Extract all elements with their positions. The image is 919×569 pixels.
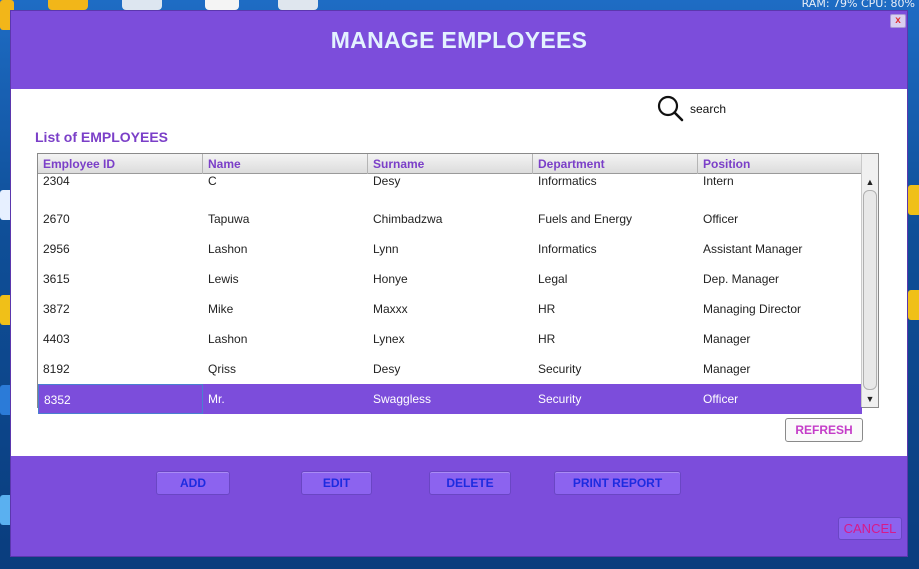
cell-surname: Desy — [373, 174, 401, 188]
scroll-thumb[interactable] — [863, 190, 877, 390]
taskbar-icon[interactable] — [122, 0, 162, 10]
table-row[interactable]: 2956 Lashon Lynn Informatics Assistant M… — [38, 234, 862, 264]
add-button[interactable]: ADD — [156, 471, 230, 495]
cell-department: HR — [538, 332, 556, 346]
column-header-name[interactable]: Name — [203, 154, 368, 174]
table-row[interactable]: 8192 Qriss Desy Security Manager — [38, 354, 862, 384]
cell-surname: Lynn — [373, 242, 399, 256]
cell-surname: Desy — [373, 362, 401, 376]
taskbar-icon[interactable] — [278, 0, 318, 10]
cell-position: Officer — [703, 212, 739, 226]
cell-position: Manager — [703, 362, 751, 376]
cell-surname: Swaggless — [373, 392, 432, 406]
refresh-button[interactable]: REFRESH — [785, 418, 863, 442]
cell-name: Lashon — [208, 332, 248, 346]
cancel-button[interactable]: CANCEL — [838, 517, 902, 540]
cell-department: Informatics — [538, 242, 597, 256]
cell-employee-id: 3872 — [43, 302, 70, 316]
table-row-selected[interactable]: 8352 Mr. Swaggless Security Officer — [38, 384, 862, 414]
list-title: List of EMPLOYEES — [35, 129, 169, 145]
cell-department: Security — [538, 392, 582, 406]
table-row[interactable]: 2304 C Desy Informatics Intern — [38, 174, 862, 204]
cell-surname: Maxxx — [373, 302, 408, 316]
taskbar-icon[interactable] — [205, 0, 239, 10]
cell-position: Assistant Manager — [703, 242, 803, 256]
table-scrollbar[interactable]: ▲ ▼ — [861, 154, 878, 407]
action-bar: ADD EDIT DELETE PRINT REPORT CANCEL — [11, 456, 907, 556]
cell-name: Lashon — [208, 242, 248, 256]
table-row[interactable]: 2670 Tapuwa Chimbadzwa Fuels and Energy … — [38, 204, 862, 234]
cell-employee-id: 4403 — [43, 332, 70, 346]
cell-department: HR — [538, 302, 556, 316]
manage-employees-window: MANAGE EMPLOYEES x search List of EMPLOY… — [10, 10, 908, 557]
column-header-department[interactable]: Department — [533, 154, 698, 174]
content-panel: search List of EMPLOYEES Employee ID Nam… — [11, 89, 907, 456]
cell-department: Security — [538, 362, 582, 376]
cell-name: Tapuwa — [208, 212, 250, 226]
cell-employee-id: 3615 — [43, 272, 70, 286]
cell-name: C — [208, 174, 217, 188]
column-header-employee-id[interactable]: Employee ID — [38, 154, 203, 174]
desktop-icon[interactable] — [908, 185, 919, 215]
table-row[interactable]: 3872 Mike Maxxx HR Managing Director — [38, 294, 862, 324]
cell-employee-id: 8352 — [38, 384, 203, 414]
delete-button[interactable]: DELETE — [429, 471, 511, 495]
cell-position: Managing Director — [703, 302, 802, 316]
employees-table: Employee ID Name Surname Department Posi… — [37, 153, 879, 414]
edit-button[interactable]: EDIT — [301, 471, 372, 495]
window-header: MANAGE EMPLOYEES x — [11, 11, 907, 89]
cell-name: Lewis — [208, 272, 239, 286]
table-row[interactable]: 4403 Lashon Lynex HR Manager — [38, 324, 862, 354]
cell-department: Fuels and Energy — [538, 212, 633, 226]
column-header-position[interactable]: Position — [698, 154, 862, 174]
search-control[interactable]: search — [657, 95, 726, 123]
cell-employee-id: 8192 — [43, 362, 70, 376]
table-header: Employee ID Name Surname Department Posi… — [38, 154, 862, 174]
search-icon[interactable] — [657, 95, 685, 123]
table-row[interactable]: 3615 Lewis Honye Legal Dep. Manager — [38, 264, 862, 294]
column-header-surname[interactable]: Surname — [368, 154, 533, 174]
cell-employee-id: 2670 — [43, 212, 70, 226]
cell-position: Intern — [703, 174, 734, 188]
system-monitor-text: RAM: 79% CPU: 80% — [801, 0, 915, 10]
scroll-down-arrow-icon[interactable]: ▼ — [862, 391, 878, 407]
cell-surname: Lynex — [373, 332, 405, 346]
cell-position: Manager — [703, 332, 751, 346]
cell-department: Informatics — [538, 174, 597, 188]
taskbar-icon[interactable] — [48, 0, 88, 10]
cell-employee-id: 2956 — [43, 242, 70, 256]
cell-employee-id: 2304 — [43, 174, 70, 188]
table-body: 2304 C Desy Informatics Intern 2670 Tapu… — [38, 174, 862, 414]
cell-name: Mr. — [208, 392, 225, 406]
cell-name: Mike — [208, 302, 234, 316]
scroll-up-arrow-icon[interactable]: ▲ — [862, 174, 878, 190]
cell-name: Qriss — [208, 362, 236, 376]
desktop-icon[interactable] — [908, 290, 919, 320]
cell-position: Dep. Manager — [703, 272, 780, 286]
cell-surname: Chimbadzwa — [373, 212, 443, 226]
cell-department: Legal — [538, 272, 568, 286]
print-report-button[interactable]: PRINT REPORT — [554, 471, 681, 495]
close-button[interactable]: x — [890, 14, 906, 28]
cell-surname: Honye — [373, 272, 408, 286]
search-label[interactable]: search — [690, 102, 726, 116]
window-title: MANAGE EMPLOYEES — [330, 27, 588, 53]
cell-position: Officer — [703, 392, 739, 406]
